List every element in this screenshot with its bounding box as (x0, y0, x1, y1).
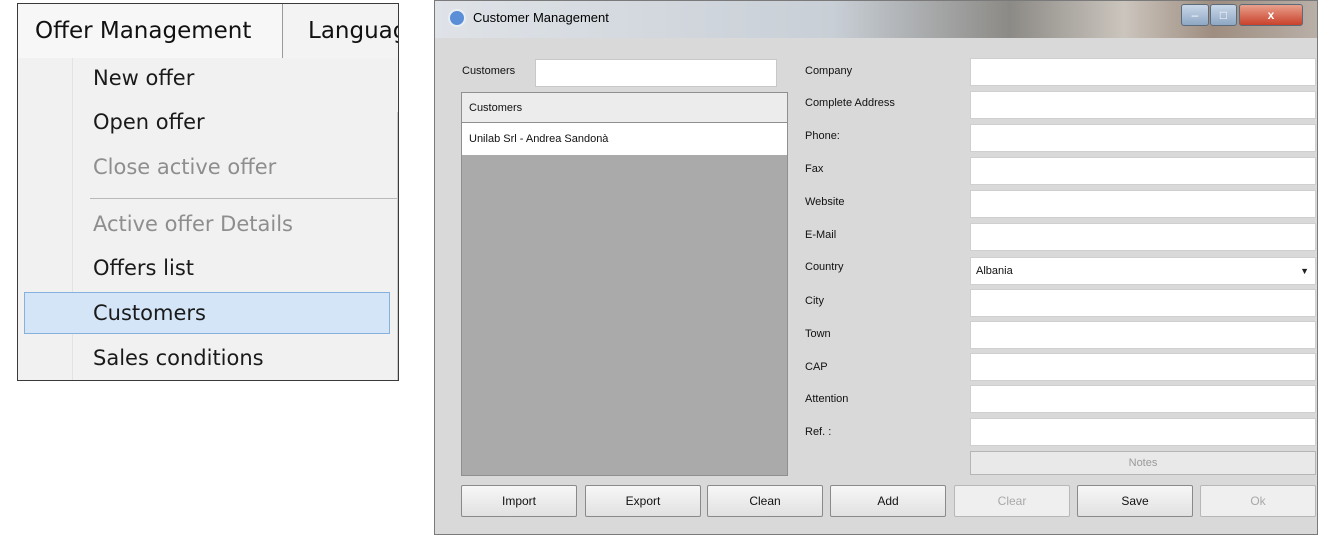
menu-item-close-active-offer: Close active offer (93, 155, 277, 179)
address-field[interactable] (970, 91, 1316, 119)
city-field[interactable] (970, 289, 1316, 317)
menu-edge (397, 112, 398, 380)
import-button[interactable]: Import (461, 485, 577, 517)
customers-list-header: Customers (462, 93, 787, 123)
customers-list[interactable]: Customers Unilab Srl - Andrea Sandonà (461, 92, 788, 476)
list-item[interactable]: Unilab Srl - Andrea Sandonà (462, 123, 787, 155)
notes-button[interactable]: Notes (970, 451, 1316, 475)
town-label: Town (805, 328, 831, 340)
app-icon (448, 9, 466, 27)
ref-field[interactable] (970, 418, 1316, 446)
maximize-button[interactable]: □ (1210, 4, 1237, 26)
attention-label: Attention (805, 393, 849, 405)
menu-bar: Offer Management Languag (18, 4, 398, 58)
city-label: City (805, 295, 824, 307)
save-button[interactable]: Save (1077, 485, 1193, 517)
cap-field[interactable] (970, 353, 1316, 381)
clean-button[interactable]: Clean (707, 485, 823, 517)
company-label: Company (805, 65, 853, 77)
email-field[interactable] (970, 223, 1316, 251)
title-bar[interactable]: Customer Management – □ x (435, 1, 1317, 38)
window-client-area: Customers Customers Unilab Srl - Andrea … (443, 38, 1316, 530)
customers-search-label: Customers (462, 65, 516, 77)
export-button[interactable]: Export (585, 485, 701, 517)
country-value: Albania (976, 265, 1013, 277)
menu-item-open-offer[interactable]: Open offer (93, 110, 205, 134)
attention-field[interactable] (970, 385, 1316, 413)
phone-label: Phone: (805, 130, 840, 142)
phone-field[interactable] (970, 124, 1316, 152)
menu-tab-offer-management[interactable]: Offer Management (18, 4, 283, 58)
company-field[interactable] (970, 58, 1316, 86)
cap-label: CAP (805, 361, 828, 373)
email-label: E-Mail (805, 229, 837, 241)
ok-button[interactable]: Ok (1200, 485, 1316, 517)
country-label: Country (805, 261, 844, 273)
clear-button[interactable]: Clear (954, 485, 1070, 517)
menu-tab-language[interactable]: Languag (284, 4, 398, 58)
country-select[interactable]: Albania ▼ (970, 257, 1316, 285)
fax-label: Fax (805, 163, 824, 175)
customer-management-window: Customer Management – □ x Customers Cust… (434, 0, 1318, 535)
window-title: Customer Management (473, 10, 609, 25)
minimize-button[interactable]: – (1181, 4, 1209, 26)
offer-management-dropdown: New offer Open offer Close active offer … (18, 58, 398, 380)
website-field[interactable] (970, 190, 1316, 218)
customers-search-input[interactable] (535, 59, 777, 87)
website-label: Website (805, 196, 845, 208)
offer-management-menu-panel: Offer Management Languag New offer Open … (17, 3, 399, 381)
fax-field[interactable] (970, 157, 1316, 185)
menu-item-active-offer-details: Active offer Details (93, 212, 293, 236)
close-button[interactable]: x (1239, 4, 1303, 26)
add-button[interactable]: Add (830, 485, 946, 517)
menu-item-new-offer[interactable]: New offer (93, 66, 194, 90)
menu-item-offers-list[interactable]: Offers list (93, 256, 194, 280)
town-field[interactable] (970, 321, 1316, 349)
menu-item-customers[interactable]: Customers (93, 301, 206, 325)
address-label: Complete Address (805, 97, 895, 109)
chevron-down-icon[interactable]: ▼ (1300, 258, 1309, 284)
menu-item-sales-conditions[interactable]: Sales conditions (93, 346, 264, 370)
menu-separator (90, 198, 398, 199)
ref-label: Ref. : (805, 426, 832, 438)
menu-item-highlight (24, 292, 390, 334)
